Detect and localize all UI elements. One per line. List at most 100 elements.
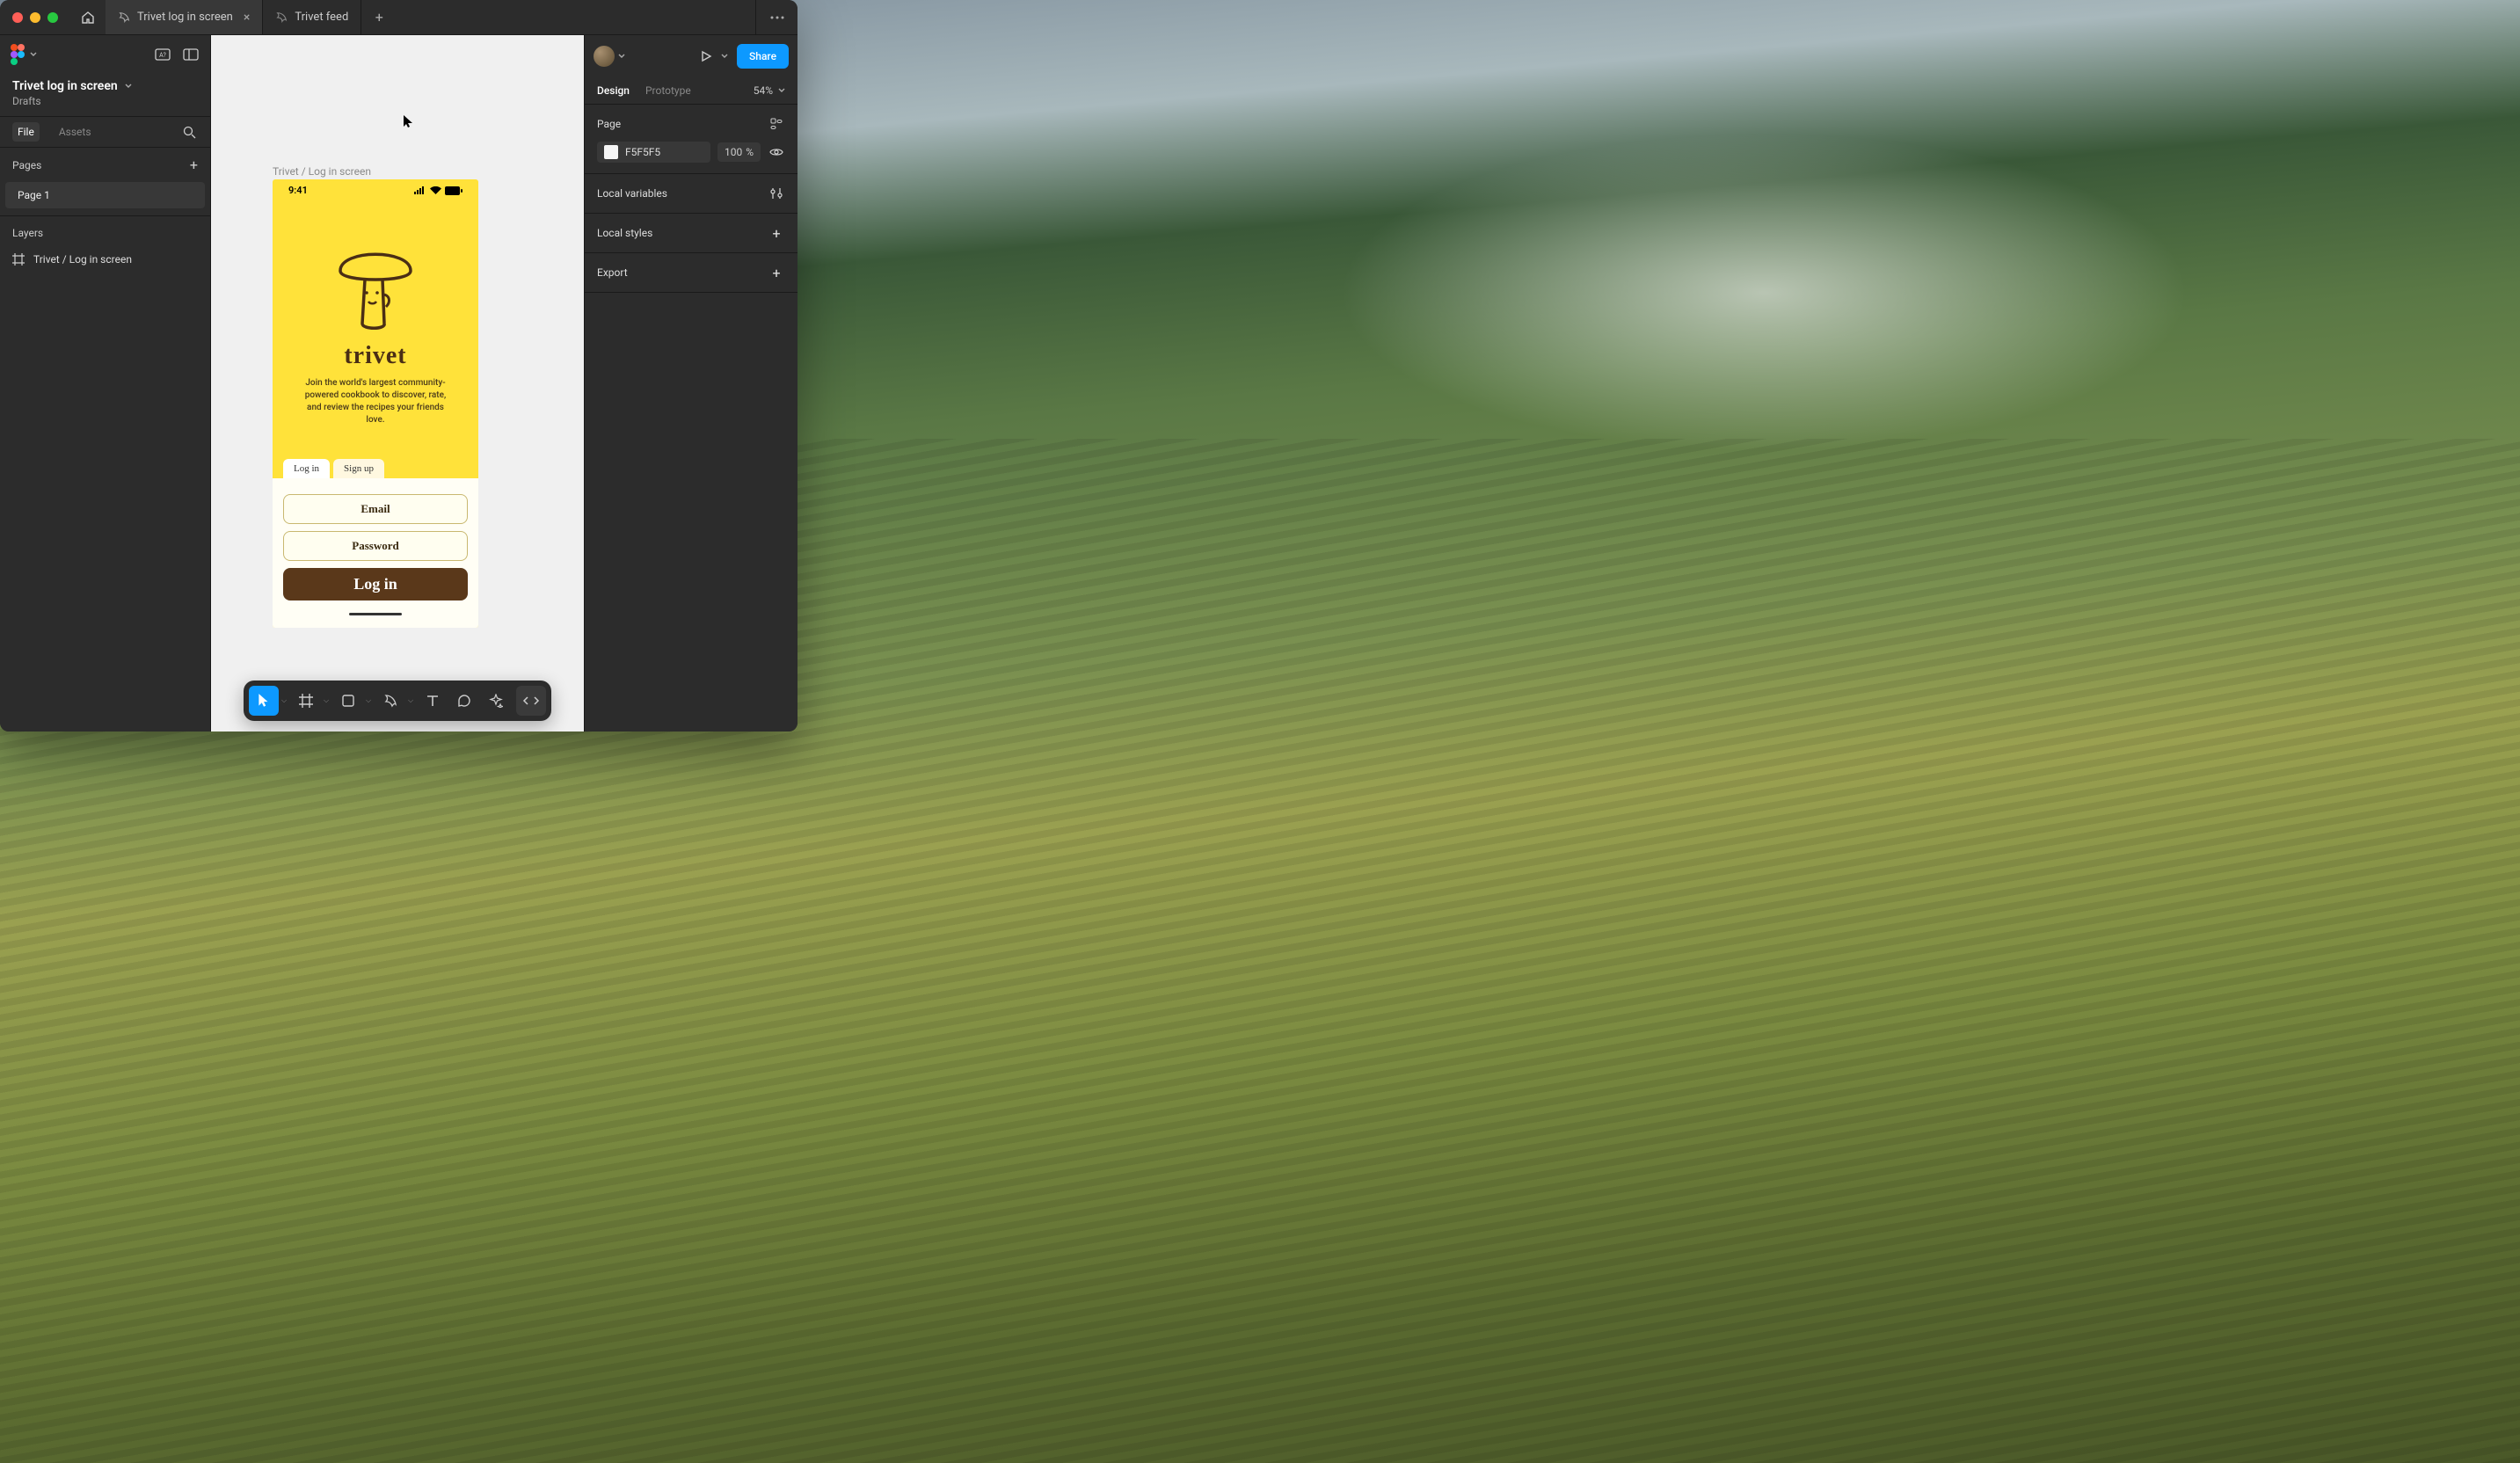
opacity-value: 100 — [725, 146, 742, 158]
search-button[interactable] — [180, 123, 198, 141]
move-tool-menu[interactable]: ⌵ — [279, 696, 289, 705]
svg-text:A?: A? — [159, 52, 166, 59]
file-location[interactable]: Drafts — [0, 95, 210, 116]
actions-tool[interactable] — [481, 686, 511, 716]
tab-assets[interactable]: Assets — [54, 122, 97, 142]
text-tool[interactable] — [418, 686, 448, 716]
left-panel-header: A? — [0, 35, 210, 74]
text-icon — [426, 694, 440, 708]
play-icon — [700, 50, 712, 62]
left-panel: A? Trivet log in screen Drafts File Asse… — [0, 35, 211, 732]
zoom-value: 54% — [754, 84, 773, 97]
comment-tool[interactable] — [449, 686, 479, 716]
window-more-button[interactable] — [755, 0, 798, 34]
share-button[interactable]: Share — [737, 44, 789, 69]
maximize-window-button[interactable] — [47, 12, 58, 23]
wifi-icon — [430, 186, 441, 194]
file-icon — [275, 11, 288, 24]
page-item[interactable]: Page 1 — [5, 182, 205, 208]
chevron-down-icon — [30, 52, 37, 57]
pen-icon — [383, 694, 397, 708]
tab-label: Trivet log in screen — [137, 11, 233, 24]
battery-icon — [445, 186, 462, 195]
comment-icon — [457, 694, 471, 708]
page-section-title: Page — [597, 118, 621, 130]
auth-tab-login[interactable]: Log in — [283, 459, 330, 478]
add-style-button[interactable]: + — [768, 224, 785, 242]
devmode-toggle[interactable] — [516, 686, 546, 716]
zoom-control[interactable]: 54% — [754, 84, 785, 97]
opacity-input[interactable]: 100 % — [717, 142, 761, 162]
chevron-down-icon — [721, 54, 728, 59]
auth-tabs: Log in Sign up — [273, 459, 478, 478]
file-title: Trivet log in screen — [12, 79, 118, 93]
auth-tab-signup[interactable]: Sign up — [333, 459, 384, 478]
avatar — [594, 46, 615, 67]
status-time: 9:41 — [288, 185, 308, 196]
add-export-button[interactable]: + — [768, 264, 785, 281]
keyboard-shortcuts-button[interactable]: A? — [154, 46, 171, 63]
local-styles-section[interactable]: Local styles + — [585, 214, 798, 253]
styles-button[interactable] — [768, 115, 785, 133]
logo-area: trivet Join the world's largest communit… — [273, 196, 478, 426]
eye-icon — [769, 147, 783, 157]
pen-tool[interactable] — [375, 686, 405, 716]
titlebar: Trivet log in screen × Trivet feed + — [0, 0, 798, 35]
pen-tool-menu[interactable]: ⌵ — [405, 696, 416, 705]
toggle-panels-button[interactable] — [182, 46, 200, 63]
cursor-icon — [257, 693, 271, 709]
workspace: A? Trivet log in screen Drafts File Asse… — [0, 35, 798, 732]
close-window-button[interactable] — [12, 12, 23, 23]
close-tab-icon[interactable]: × — [244, 11, 250, 25]
add-page-button[interactable]: + — [190, 156, 198, 173]
pages-label: Pages — [12, 159, 41, 171]
shape-tool[interactable] — [333, 686, 363, 716]
canvas[interactable]: Trivet / Log in screen 9:41 — [211, 35, 584, 732]
home-icon — [81, 11, 95, 25]
frame-tool[interactable] — [291, 686, 321, 716]
tab-trivet-feed[interactable]: Trivet feed — [263, 0, 361, 34]
minimize-window-button[interactable] — [30, 12, 40, 23]
code-icon — [521, 695, 541, 707]
visibility-toggle[interactable] — [768, 143, 785, 161]
color-input[interactable]: F5F5F5 — [597, 142, 710, 163]
present-menu[interactable] — [721, 54, 728, 59]
signal-icon — [414, 186, 426, 194]
figma-menu-button[interactable] — [11, 44, 37, 65]
sliders-icon — [770, 187, 783, 200]
variables-settings-button[interactable] — [768, 185, 785, 202]
keyboard-icon: A? — [155, 48, 171, 61]
phone-frame[interactable]: 9:41 trivet J — [273, 179, 478, 628]
new-tab-button[interactable]: + — [361, 0, 397, 34]
tab-file[interactable]: File — [12, 122, 40, 142]
home-button[interactable] — [70, 0, 106, 35]
tab-design[interactable]: Design — [597, 84, 630, 97]
status-icons — [414, 186, 462, 195]
user-menu[interactable] — [594, 46, 625, 67]
login-button[interactable]: Log in — [283, 568, 468, 600]
local-variables-section[interactable]: Local variables — [585, 174, 798, 214]
tab-trivet-login[interactable]: Trivet log in screen × — [106, 0, 263, 34]
password-field[interactable]: Password — [283, 531, 468, 561]
left-panel-header-actions: A? — [154, 46, 200, 63]
frame-icon — [12, 253, 25, 266]
pages-header[interactable]: Pages + — [0, 148, 210, 182]
export-section[interactable]: Export + — [585, 253, 798, 293]
move-tool[interactable] — [249, 686, 279, 716]
chevron-down-icon — [778, 88, 785, 93]
layer-item[interactable]: Trivet / Log in screen — [0, 246, 210, 273]
window-controls — [0, 12, 70, 23]
frame-tool-menu[interactable]: ⌵ — [321, 696, 331, 705]
shape-tool-menu[interactable]: ⌵ — [363, 696, 374, 705]
right-panel-tabs: Design Prototype 54% — [585, 77, 798, 105]
status-bar: 9:41 — [273, 179, 478, 196]
export-label: Export — [597, 266, 628, 279]
tab-prototype[interactable]: Prototype — [645, 84, 691, 97]
file-title-row[interactable]: Trivet log in screen — [0, 74, 210, 95]
styles-icon — [770, 118, 783, 130]
present-button[interactable] — [700, 50, 712, 62]
frame-label[interactable]: Trivet / Log in screen — [273, 165, 371, 178]
search-icon — [183, 126, 196, 139]
left-panel-tabs: File Assets — [0, 116, 210, 148]
email-field[interactable]: Email — [283, 494, 468, 524]
